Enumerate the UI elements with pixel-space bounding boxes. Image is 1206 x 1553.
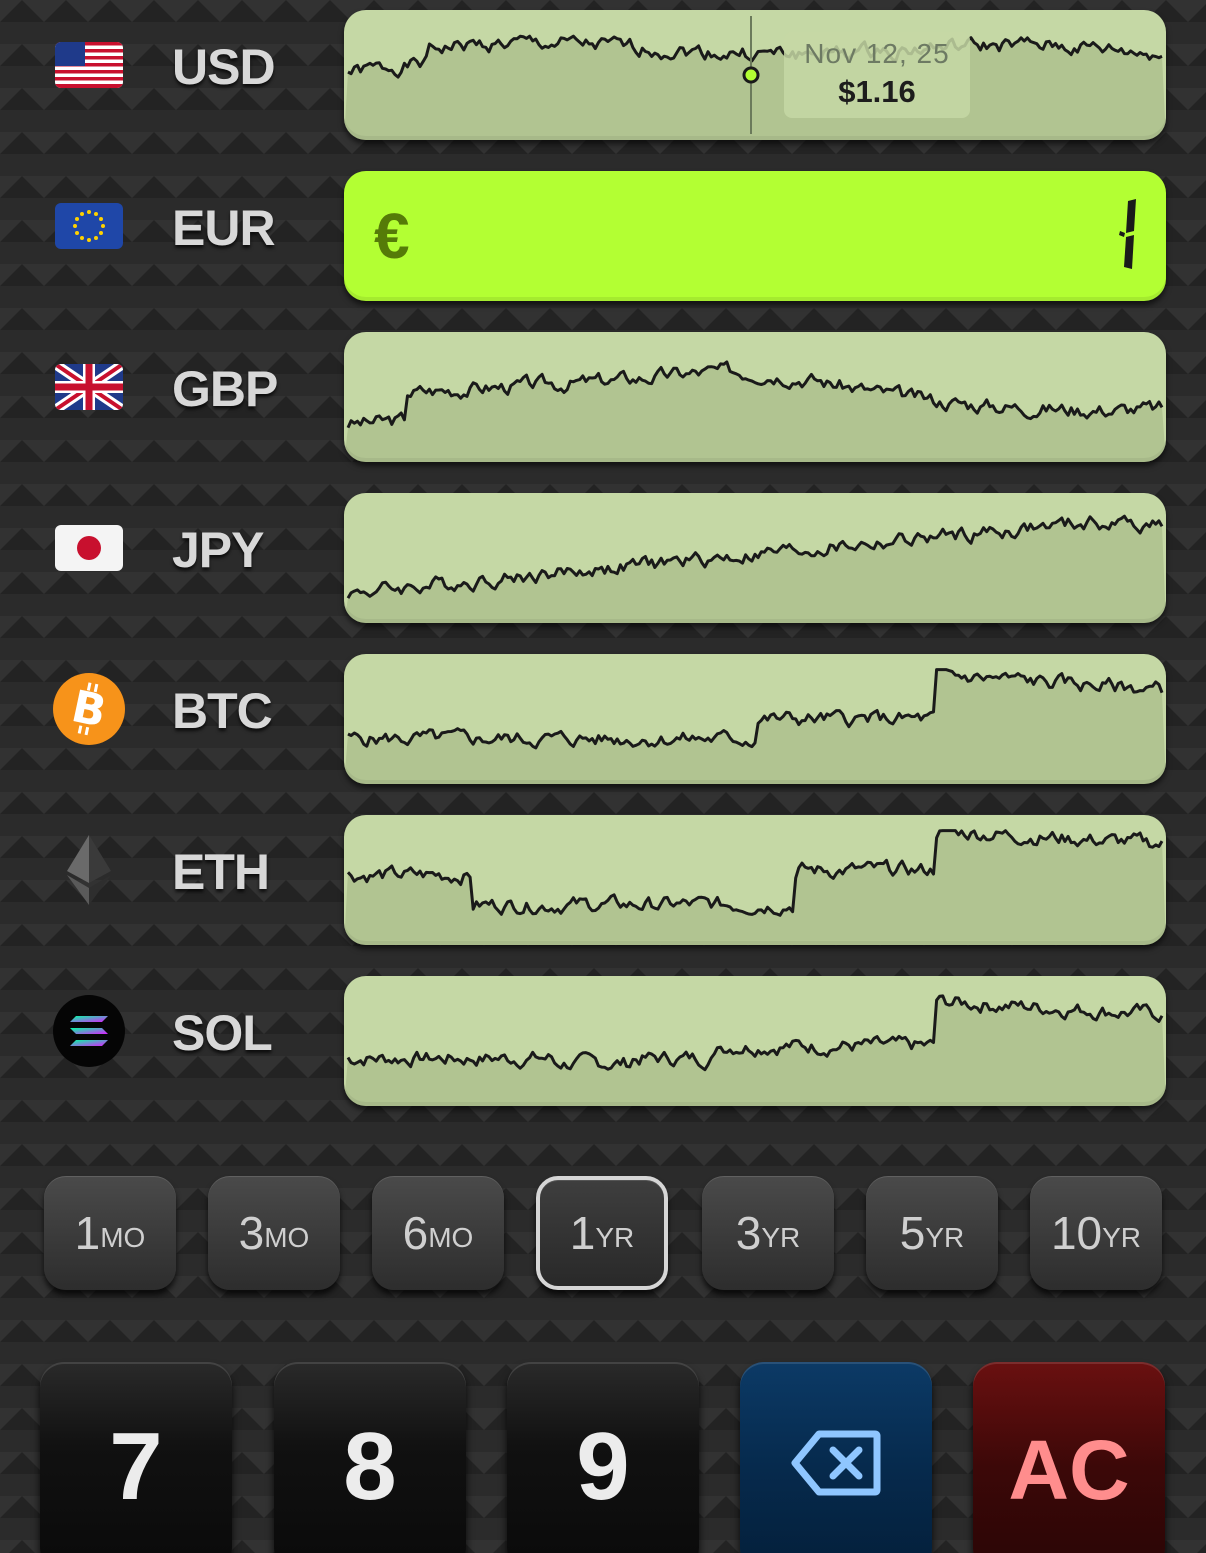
chart-card-jpy[interactable] <box>344 493 1166 623</box>
chart-card-sol[interactable] <box>344 976 1166 1106</box>
range-button-1yr[interactable]: 1 YR <box>536 1176 668 1290</box>
chart-card-btc[interactable] <box>344 654 1166 784</box>
sparkline <box>344 829 1166 945</box>
range-button-5yr[interactable]: 5 YR <box>866 1176 998 1290</box>
currency-row-sol[interactable]: SOL <box>0 966 1206 1106</box>
range-unit: YR <box>595 1222 635 1253</box>
currency-code: JPY <box>172 522 265 578</box>
eu-flag-icon <box>52 189 126 263</box>
key-8[interactable]: 8 <box>274 1362 466 1553</box>
currency-row-eth[interactable]: ETH <box>0 805 1206 945</box>
sparkline-area <box>344 830 1166 945</box>
currency-row-gbp[interactable]: GBP <box>0 322 1206 462</box>
range-number: 1 <box>569 1207 596 1259</box>
key-9[interactable]: 9 <box>507 1362 699 1553</box>
sparkline <box>344 994 1166 1106</box>
range-unit: MO <box>428 1222 474 1253</box>
us-flag-icon <box>52 28 126 102</box>
sparkline <box>344 360 1166 462</box>
currency-code: SOL <box>172 1005 273 1061</box>
bitcoin-icon: B <box>52 672 126 746</box>
range-button-3mo[interactable]: 3 MO <box>208 1176 340 1290</box>
sparkline-area <box>344 669 1166 784</box>
chart-card-usd[interactable]: Nov 12, 25 $1.16 <box>344 10 1166 140</box>
chart-card-gbp[interactable] <box>344 332 1166 462</box>
currency-code: GBP <box>172 361 278 417</box>
range-number: 3 <box>238 1207 265 1259</box>
currency-row-eur[interactable]: EUR € 1 <box>0 161 1206 301</box>
range-button-10yr[interactable]: 10 YR <box>1030 1176 1162 1290</box>
sparkline <box>344 514 1166 623</box>
amount-input-eur[interactable]: € 1 <box>344 171 1166 301</box>
range-unit: YR <box>1102 1222 1142 1253</box>
range-number: 1 <box>74 1207 101 1259</box>
euro-symbol: € <box>374 200 410 272</box>
range-unit: MO <box>100 1222 146 1253</box>
range-button-6mo[interactable]: 6 MO <box>372 1176 504 1290</box>
range-unit: MO <box>264 1222 310 1253</box>
backspace-button[interactable] <box>740 1362 932 1553</box>
sparkline-area <box>344 516 1166 623</box>
currency-row-jpy[interactable]: JPY <box>0 483 1206 623</box>
chart-card-eth[interactable] <box>344 815 1166 945</box>
range-number: 3 <box>735 1207 762 1259</box>
range-unit: YR <box>925 1222 965 1253</box>
range-button-1mo[interactable]: 1 MO <box>44 1176 176 1290</box>
range-unit: YR <box>761 1222 801 1253</box>
sparkline <box>344 668 1166 784</box>
range-button-3yr[interactable]: 3 YR <box>702 1176 834 1290</box>
currency-code: BTC <box>172 683 273 739</box>
solana-icon <box>52 994 126 1068</box>
japan-flag-icon <box>52 511 126 585</box>
all-clear-button[interactable]: AC <box>973 1362 1165 1553</box>
range-number: 6 <box>402 1207 429 1259</box>
currency-code: USD <box>172 39 276 95</box>
uk-flag-icon <box>52 350 126 424</box>
currency-code: ETH <box>172 844 270 900</box>
range-number: 10 <box>1050 1207 1103 1259</box>
range-number: 5 <box>899 1207 926 1259</box>
currency-row-usd[interactable]: USD Nov 12, 25 $1.16 <box>0 0 1206 140</box>
sparkline-area <box>344 361 1166 462</box>
amount-value: 1 <box>1116 197 1138 276</box>
time-range-selector: 1 MO 3 MO 6 MO 1 YR 3 YR 5 YR 10 YR <box>0 1176 1206 1294</box>
backspace-icon <box>791 1430 881 1496</box>
ethereum-icon <box>52 833 126 907</box>
keypad: 7 8 9 AC <box>0 1362 1206 1553</box>
currency-code: EUR <box>172 200 276 256</box>
chart-cursor[interactable] <box>344 10 1166 140</box>
key-7[interactable]: 7 <box>40 1362 232 1553</box>
currency-row-btc[interactable]: B BTC <box>0 644 1206 784</box>
